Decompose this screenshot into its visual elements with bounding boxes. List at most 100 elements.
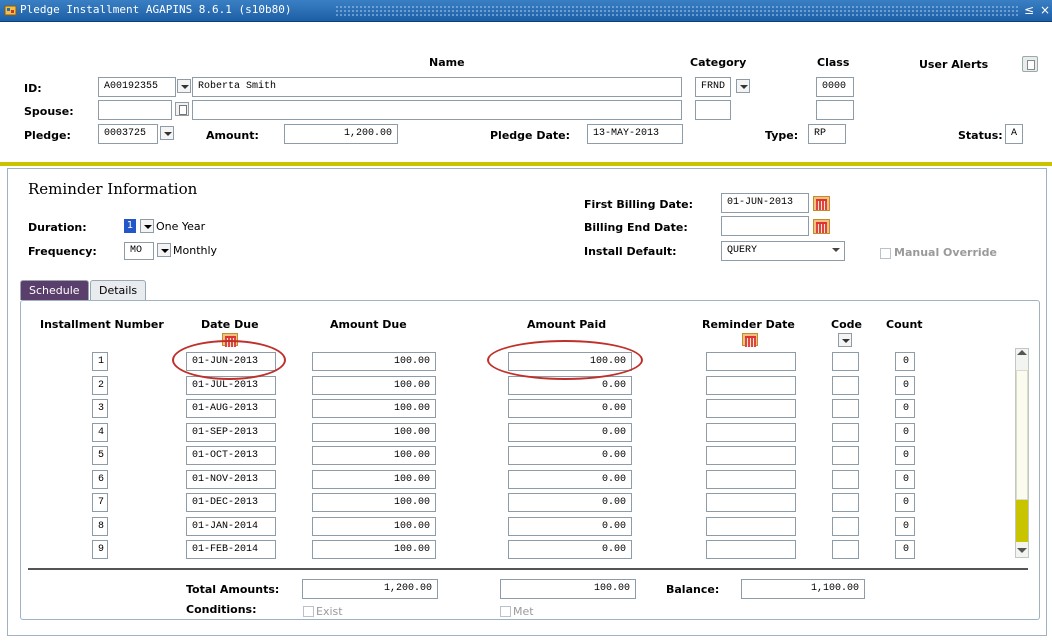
amount-due-cell[interactable]: 100.00: [312, 540, 436, 559]
amount-paid-cell[interactable]: 0.00: [508, 399, 632, 418]
count-cell[interactable]: 0: [895, 376, 915, 395]
amount-field[interactable]: 1,200.00: [284, 124, 398, 144]
exist-checkbox[interactable]: [303, 606, 314, 617]
count-cell[interactable]: 0: [895, 517, 915, 536]
frequency-field[interactable]: MO: [124, 242, 154, 260]
minimize-icon[interactable]: ≤: [1024, 3, 1034, 17]
name-field[interactable]: Roberta Smith: [192, 77, 682, 97]
count-cell[interactable]: 0: [895, 399, 915, 418]
date-due-cell[interactable]: 01-JAN-2014: [186, 517, 276, 536]
scroll-down-arrow-icon[interactable]: [1017, 548, 1027, 553]
count-cell[interactable]: 0: [895, 540, 915, 559]
pledge-dropdown-icon[interactable]: [160, 126, 174, 140]
total-amount-due-field[interactable]: 1,200.00: [302, 579, 438, 599]
count-cell[interactable]: 0: [895, 446, 915, 465]
installment-number-cell[interactable]: 2: [92, 376, 108, 395]
installment-number-cell[interactable]: 6: [92, 470, 108, 489]
count-cell[interactable]: 0: [895, 423, 915, 442]
type-field[interactable]: RP: [808, 124, 846, 144]
installment-number-cell[interactable]: 3: [92, 399, 108, 418]
code-cell[interactable]: [832, 376, 859, 395]
amount-due-cell[interactable]: 100.00: [312, 352, 436, 371]
reminder-date-cell[interactable]: [706, 352, 796, 371]
category-dropdown-icon[interactable]: [736, 79, 750, 93]
duration-dropdown-icon[interactable]: [140, 219, 154, 233]
amount-due-cell[interactable]: 100.00: [312, 423, 436, 442]
code-dropdown-icon[interactable]: [838, 333, 852, 347]
amount-paid-cell[interactable]: 0.00: [508, 517, 632, 536]
reminder-date-cell[interactable]: [706, 423, 796, 442]
category-field[interactable]: FRND: [695, 77, 731, 97]
amount-due-cell[interactable]: 100.00: [312, 399, 436, 418]
amount-due-cell[interactable]: 100.00: [312, 470, 436, 489]
date-due-cell[interactable]: 01-DEC-2013: [186, 493, 276, 512]
duration-field[interactable]: 1: [124, 219, 136, 233]
date-due-cell[interactable]: 01-OCT-2013: [186, 446, 276, 465]
total-amount-paid-field[interactable]: 100.00: [500, 579, 636, 599]
installment-number-cell[interactable]: 7: [92, 493, 108, 512]
first-billing-date-field[interactable]: 01-JUN-2013: [721, 193, 809, 213]
first-billing-calendar-icon[interactable]: [813, 196, 830, 211]
scroll-up-arrow-icon[interactable]: [1017, 350, 1027, 355]
code-cell[interactable]: [832, 517, 859, 536]
reminder-date-cell[interactable]: [706, 399, 796, 418]
installment-number-cell[interactable]: 1: [92, 352, 108, 371]
reminder-date-cell[interactable]: [706, 376, 796, 395]
spouse-id-field[interactable]: [98, 100, 172, 120]
code-cell[interactable]: [832, 446, 859, 465]
reminder-date-cell[interactable]: [706, 540, 796, 559]
tab-schedule[interactable]: Schedule: [20, 280, 89, 300]
reminder-date-cell[interactable]: [706, 446, 796, 465]
code-cell[interactable]: [832, 423, 859, 442]
close-icon[interactable]: ×: [1040, 3, 1050, 17]
spouse-name-field[interactable]: [192, 100, 682, 120]
spouse-lookup-icon[interactable]: [175, 102, 189, 116]
code-cell[interactable]: [832, 493, 859, 512]
installment-number-cell[interactable]: 8: [92, 517, 108, 536]
amount-due-cell[interactable]: 100.00: [312, 517, 436, 536]
amount-due-cell[interactable]: 100.00: [312, 376, 436, 395]
spouse-class-field[interactable]: [816, 100, 854, 120]
user-alerts-icon[interactable]: [1022, 56, 1038, 72]
date-due-cell[interactable]: 01-AUG-2013: [186, 399, 276, 418]
installment-number-cell[interactable]: 5: [92, 446, 108, 465]
amount-paid-cell[interactable]: 0.00: [508, 493, 632, 512]
date-due-cell[interactable]: 01-FEB-2014: [186, 540, 276, 559]
balance-field[interactable]: 1,100.00: [741, 579, 865, 599]
tab-details[interactable]: Details: [90, 280, 147, 300]
reminder-date-calendar-icon[interactable]: [742, 333, 758, 347]
scroll-thumb[interactable]: [1016, 500, 1028, 542]
code-cell[interactable]: [832, 352, 859, 371]
amount-paid-cell[interactable]: 0.00: [508, 423, 632, 442]
reminder-date-cell[interactable]: [706, 517, 796, 536]
billing-end-calendar-icon[interactable]: [813, 219, 830, 234]
spouse-category-field[interactable]: [695, 100, 731, 120]
met-checkbox[interactable]: [500, 606, 511, 617]
code-cell[interactable]: [832, 470, 859, 489]
pledge-field[interactable]: 0003725: [98, 124, 158, 144]
amount-due-cell[interactable]: 100.00: [312, 446, 436, 465]
scroll-track[interactable]: [1016, 370, 1028, 500]
install-default-select[interactable]: QUERY: [721, 241, 845, 261]
amount-due-cell[interactable]: 100.00: [312, 493, 436, 512]
count-cell[interactable]: 0: [895, 470, 915, 489]
amount-paid-cell[interactable]: 0.00: [508, 470, 632, 489]
date-due-cell[interactable]: 01-NOV-2013: [186, 470, 276, 489]
date-due-cell[interactable]: 01-SEP-2013: [186, 423, 276, 442]
count-cell[interactable]: 0: [895, 352, 915, 371]
reminder-date-cell[interactable]: [706, 470, 796, 489]
code-cell[interactable]: [832, 399, 859, 418]
id-dropdown-icon[interactable]: [177, 79, 191, 93]
manual-override-checkbox[interactable]: [880, 248, 891, 259]
amount-paid-cell[interactable]: 0.00: [508, 540, 632, 559]
billing-end-date-field[interactable]: [721, 216, 809, 236]
installment-number-cell[interactable]: 4: [92, 423, 108, 442]
class-field[interactable]: 0000: [816, 77, 854, 97]
installment-number-cell[interactable]: 9: [92, 540, 108, 559]
pledge-date-field[interactable]: 13-MAY-2013: [587, 124, 683, 144]
status-field[interactable]: A: [1005, 124, 1023, 144]
reminder-date-cell[interactable]: [706, 493, 796, 512]
count-cell[interactable]: 0: [895, 493, 915, 512]
amount-paid-cell[interactable]: 0.00: [508, 446, 632, 465]
frequency-dropdown-icon[interactable]: [157, 243, 171, 257]
